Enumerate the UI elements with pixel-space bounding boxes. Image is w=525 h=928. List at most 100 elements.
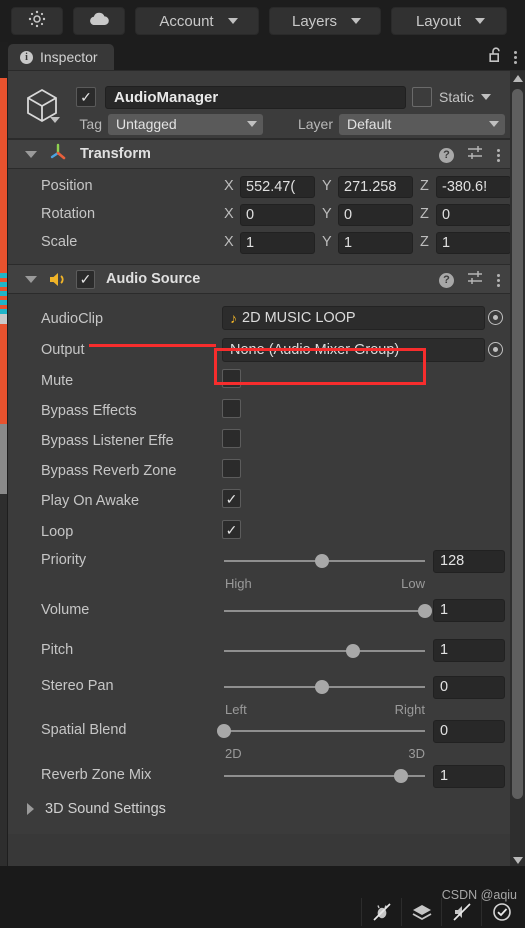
tab-inspector[interactable]: i Inspector [8,44,114,70]
scroll-down-arrow-icon[interactable] [510,853,525,867]
loop-row: Loop ✓ [8,516,510,548]
transform-rotation-row: Rotation X 0 Y 0 Z 0 [8,202,510,230]
static-toggle-group[interactable]: Static [412,87,492,107]
priority-endcaps: High Low [8,576,510,592]
audio-source-title: Audio Source [106,271,201,287]
help-icon[interactable]: ? [439,147,454,163]
axis-x-label: X [224,206,234,222]
object-picker-icon [488,310,503,325]
kebab-menu-icon[interactable] [514,50,517,64]
position-z-input[interactable]: -380.6! [436,176,510,198]
position-x-input[interactable]: 552.47( [240,176,315,198]
bug-off-icon[interactable] [361,898,401,926]
loop-checkbox[interactable]: ✓ [222,520,241,539]
3d-sound-settings-foldout[interactable]: 3D Sound Settings [8,792,510,826]
priority-slider-knob[interactable] [315,554,330,568]
bypass-effects-label: Bypass Effects [41,403,137,419]
rotation-y-input[interactable]: 0 [338,204,413,226]
kebab-menu-icon[interactable] [497,148,500,162]
pitch-slider-track[interactable] [224,650,425,652]
inspector-scroll-area: ✓ AudioManager Static Tag Untagged Layer [8,71,510,867]
audio-source-component-header[interactable]: ✓ Audio Source ? [8,264,510,294]
static-label: Static [439,89,475,105]
spatial-blend-slider-track[interactable] [224,730,425,732]
info-icon: i [20,50,33,64]
bypass-listener-effects-checkbox[interactable] [222,429,241,448]
audioclip-picker-button[interactable] [485,307,506,328]
output-object-field[interactable]: None (Audio Mixer Group) [222,338,485,362]
layers-dropdown[interactable]: Layers [269,7,381,35]
priority-label: Priority [41,552,87,568]
layer-dropdown[interactable]: Default [339,113,505,135]
cloud-icon [87,10,111,33]
output-value: None (Audio Mixer Group) [230,342,400,358]
tag-dropdown[interactable]: Untagged [108,113,263,135]
volume-row: Volume 1 [8,592,510,632]
gizmo-toggle-button[interactable] [11,7,63,35]
transform-title: Transform [80,146,151,162]
bypass-listener-effects-row: Bypass Listener Effe [8,426,510,456]
transform-foldout-icon[interactable] [25,150,37,158]
spatial-blend-value-input[interactable]: 0 [433,720,505,743]
stereo-pan-value-input[interactable]: 0 [433,676,505,699]
bypass-reverb-zones-checkbox[interactable] [222,459,241,478]
volume-value-input[interactable]: 1 [433,599,505,622]
position-y-input[interactable]: 271.258 [338,176,413,198]
volume-slider-track[interactable] [224,610,425,612]
output-picker-button[interactable] [485,339,506,360]
axis-z-label: Z [420,234,429,250]
tag-label: Tag [79,116,102,132]
bypass-effects-checkbox[interactable] [222,399,241,418]
mute-label: Mute [41,373,74,389]
static-checkbox[interactable] [412,87,432,107]
volume-slider-knob[interactable] [418,604,432,618]
account-dropdown[interactable]: Account [135,7,259,35]
pitch-slider-knob[interactable] [345,644,360,658]
cloud-services-button[interactable] [73,7,125,35]
preset-settings-icon[interactable] [467,270,484,290]
rotation-z-input[interactable]: 0 [436,204,510,226]
audioclip-object-field[interactable]: ♪ 2D MUSIC LOOP [222,306,485,330]
reverb-zone-mix-slider-knob[interactable] [393,769,408,783]
unity-editor-window: Account Layers Layout i Inspector ✓ Audi… [0,0,525,928]
spatial-blend-right-cap-label: 3D [408,746,425,761]
unlocked-padlock-icon[interactable] [489,46,503,68]
rotation-x-input[interactable]: 0 [240,204,315,226]
no-sound-icon[interactable] [441,898,481,926]
audioclip-label: AudioClip [41,311,104,327]
reverb-zone-mix-value-input[interactable]: 1 [433,765,505,788]
layers-icon[interactable] [401,898,441,926]
stereo-pan-slider-knob[interactable] [315,680,330,694]
inspector-vertical-scrollbar[interactable] [510,71,525,867]
chevron-down-icon [475,18,486,24]
scale-x-input[interactable]: 1 [240,232,315,254]
gameobject-enabled-checkbox[interactable]: ✓ [76,87,96,107]
audio-source-foldout-icon[interactable] [25,275,37,283]
kebab-menu-icon[interactable] [497,273,500,287]
scrollbar-thumb[interactable] [512,89,523,799]
preset-settings-icon[interactable] [467,145,484,165]
spatial-blend-left-cap-label: 2D [225,746,242,761]
transform-component-header[interactable]: Transform ? [8,139,510,169]
scale-z-input[interactable]: 1 [436,232,510,254]
background-window-sliver [0,78,7,866]
help-icon[interactable]: ? [439,272,454,288]
mute-checkbox[interactable] [222,369,241,388]
spatial-blend-slider-knob[interactable] [217,724,231,738]
priority-value-input[interactable]: 128 [433,550,505,573]
play-on-awake-checkbox[interactable]: ✓ [222,489,241,508]
speaker-icon [48,271,67,288]
gameobject-name-input[interactable]: AudioManager [105,86,406,109]
audio-source-enabled-checkbox[interactable]: ✓ [76,269,95,289]
static-chevron-down-icon[interactable] [481,94,492,100]
checkmark-icon: ✓ [225,490,238,507]
chevron-down-icon [247,121,257,127]
stereo-pan-left-cap-label: Left [225,702,247,717]
scale-y-input[interactable]: 1 [338,232,413,254]
priority-left-cap-label: High [225,576,252,591]
bypass-reverb-zones-row: Bypass Reverb Zone [8,456,510,486]
check-circle-icon[interactable] [481,898,521,926]
pitch-value-input[interactable]: 1 [433,639,505,662]
scroll-up-arrow-icon[interactable] [510,71,525,85]
layout-dropdown[interactable]: Layout [391,7,507,35]
